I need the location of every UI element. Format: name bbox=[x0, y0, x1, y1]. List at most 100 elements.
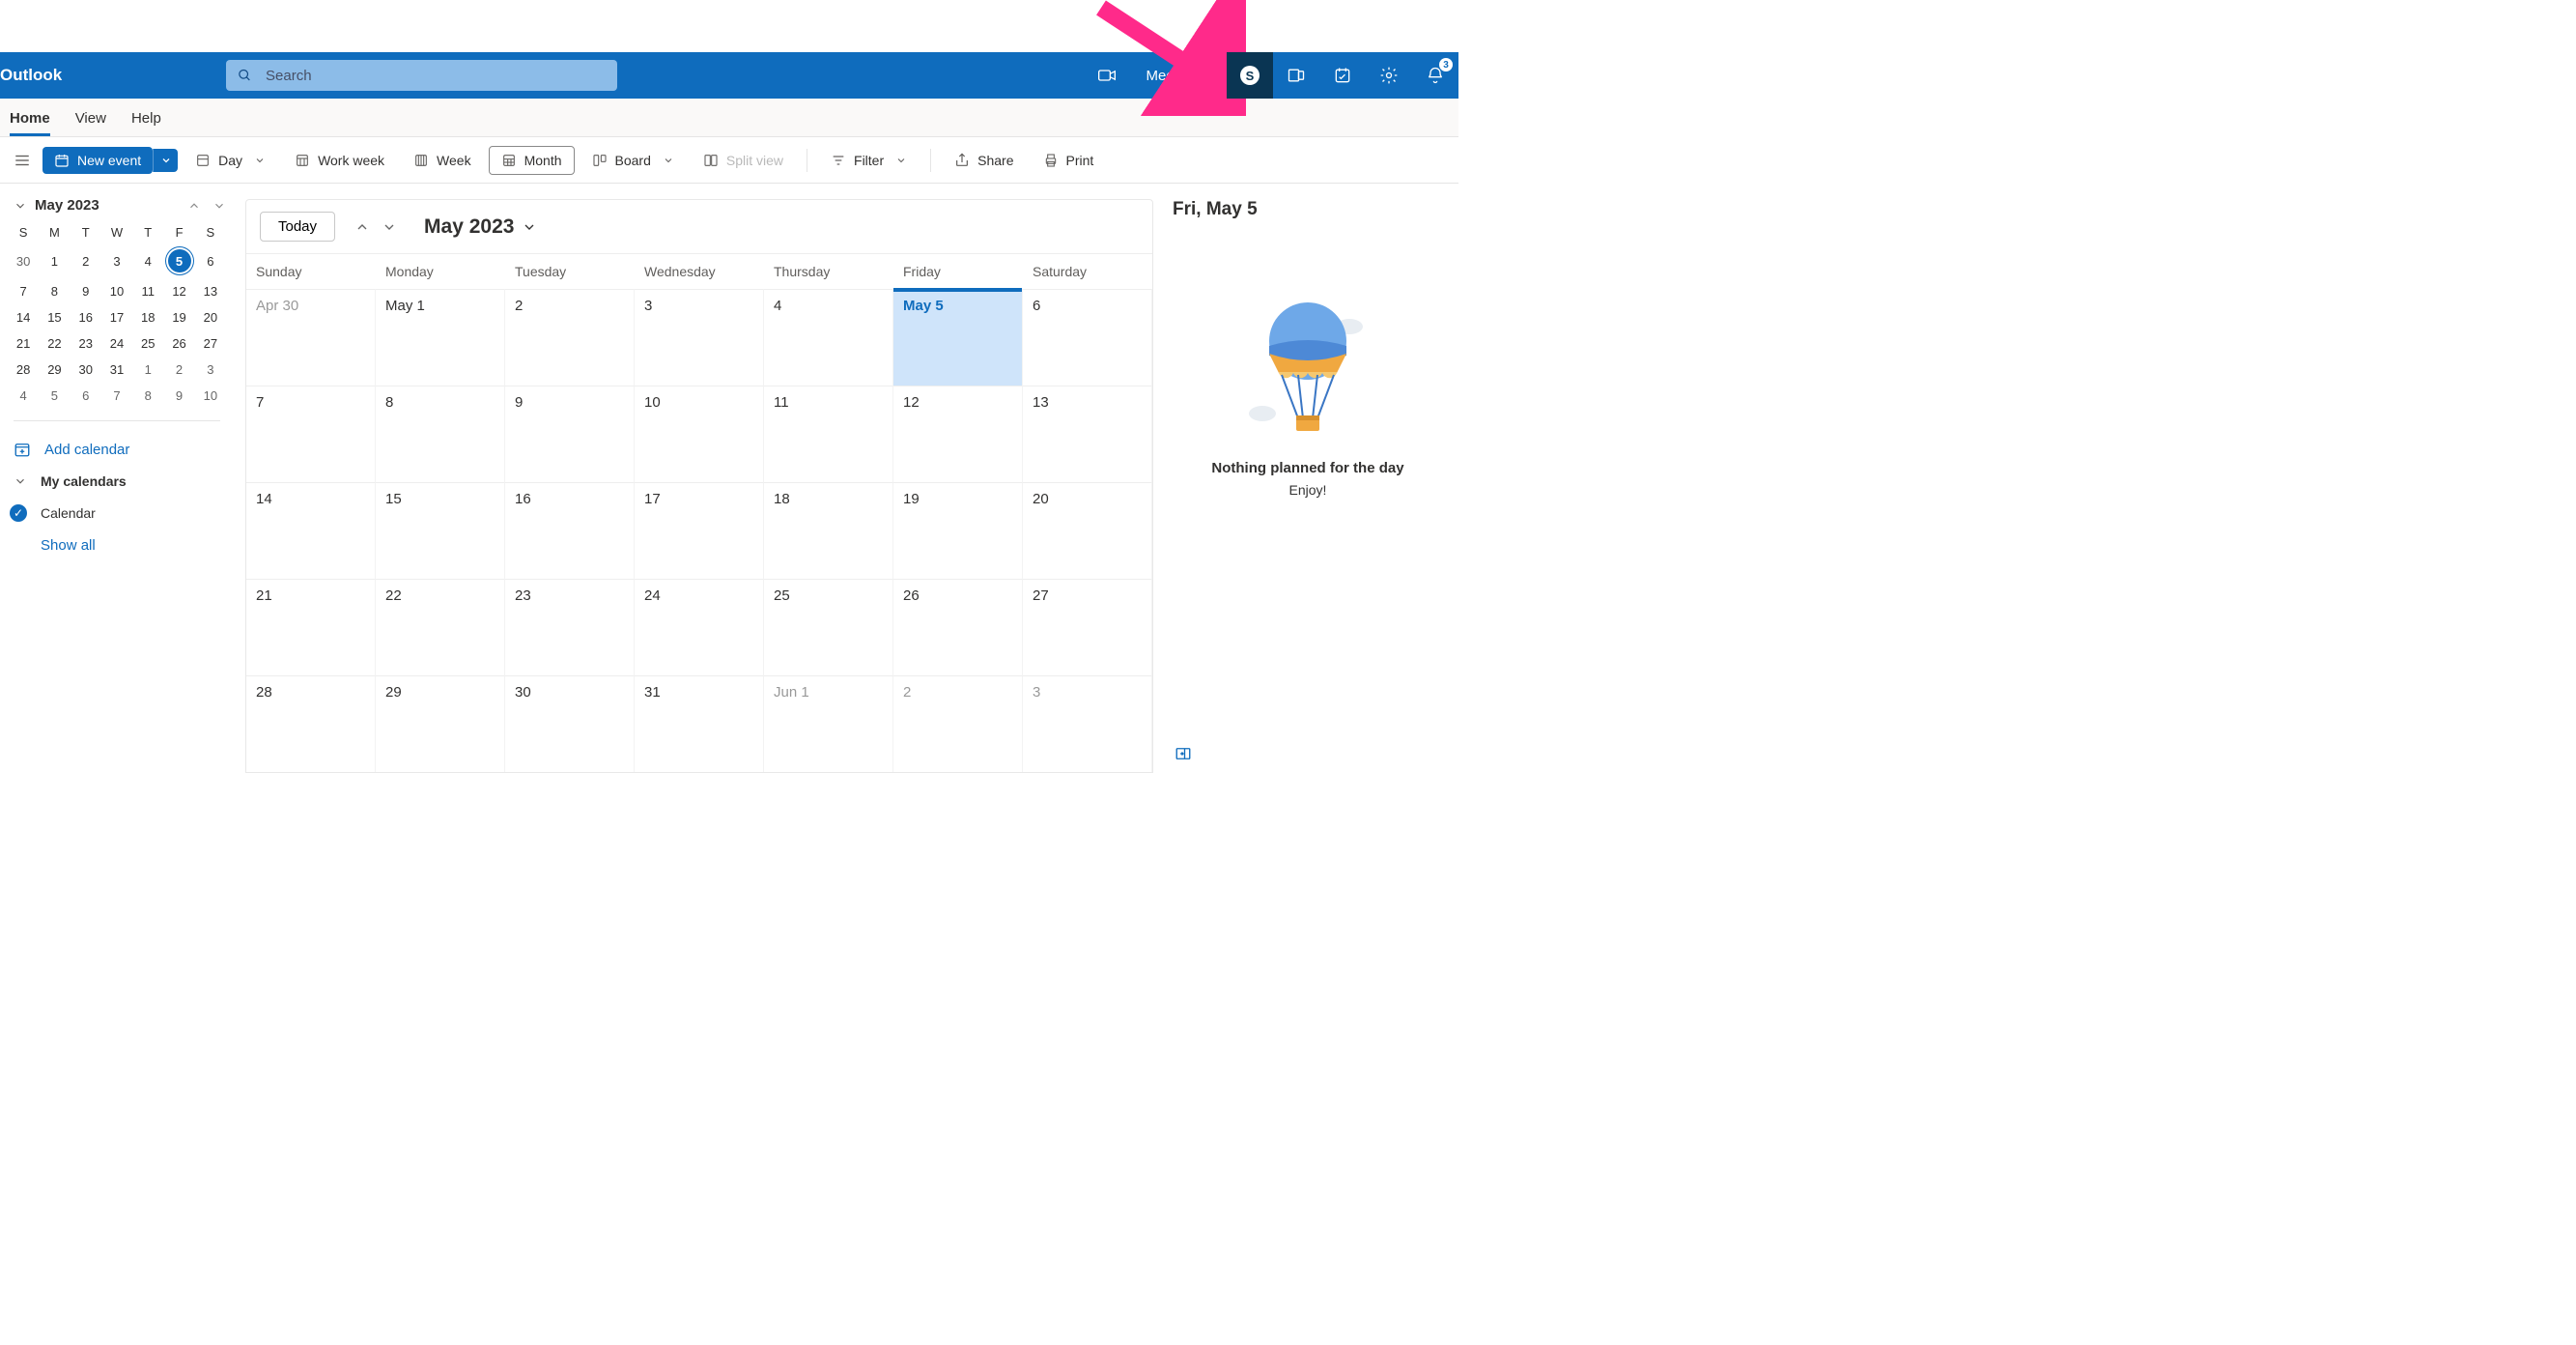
mini-cal-day[interactable]: 6 bbox=[195, 243, 226, 278]
tab-view[interactable]: View bbox=[75, 102, 106, 136]
mini-cal-day[interactable]: 28 bbox=[8, 357, 39, 383]
tab-home[interactable]: Home bbox=[10, 102, 50, 136]
calendar-day-cell[interactable]: 19 bbox=[893, 482, 1023, 579]
todo-icon[interactable] bbox=[1319, 52, 1366, 99]
calendar-day-cell[interactable]: 3 bbox=[635, 289, 764, 386]
mini-cal-day[interactable]: 9 bbox=[71, 278, 101, 304]
calendar-day-cell[interactable]: 17 bbox=[635, 482, 764, 579]
filter-button[interactable]: Filter bbox=[819, 147, 919, 174]
calendar-day-cell[interactable]: 3 bbox=[1023, 675, 1152, 772]
mini-cal-day[interactable]: 29 bbox=[39, 357, 70, 383]
calendar-day-cell[interactable]: 2 bbox=[893, 675, 1023, 772]
mini-cal-day[interactable]: 5 bbox=[163, 243, 194, 278]
calendar-item[interactable]: ✓ Calendar bbox=[8, 497, 226, 529]
mini-cal-day[interactable]: 25 bbox=[132, 330, 163, 357]
calendar-day-cell[interactable]: 27 bbox=[1023, 579, 1152, 675]
calendar-day-cell[interactable]: 4 bbox=[764, 289, 893, 386]
mini-cal-day[interactable]: 30 bbox=[8, 243, 39, 278]
search-input[interactable] bbox=[266, 68, 606, 84]
view-month-button[interactable]: Month bbox=[489, 146, 575, 175]
view-day-button[interactable]: Day bbox=[184, 147, 277, 174]
dock-panel-icon[interactable] bbox=[1175, 745, 1192, 765]
calendar-day-cell[interactable]: 23 bbox=[505, 579, 635, 675]
calendar-day-cell[interactable]: 20 bbox=[1023, 482, 1152, 579]
meet-now-button[interactable]: Meet Now bbox=[1130, 52, 1227, 99]
calendar-day-cell[interactable]: May 1 bbox=[376, 289, 505, 386]
mini-cal-day[interactable]: 14 bbox=[8, 304, 39, 330]
teams-icon[interactable] bbox=[1273, 52, 1319, 99]
show-all-button[interactable]: Show all bbox=[8, 529, 226, 561]
add-calendar-button[interactable]: Add calendar bbox=[8, 433, 226, 466]
calendar-day-cell[interactable]: 25 bbox=[764, 579, 893, 675]
calendar-day-cell[interactable]: 12 bbox=[893, 386, 1023, 482]
whats-new-icon[interactable]: 3 bbox=[1412, 52, 1458, 99]
mini-cal-day[interactable]: 18 bbox=[132, 304, 163, 330]
skype-button[interactable]: S bbox=[1227, 52, 1273, 99]
mini-cal-day[interactable]: 21 bbox=[8, 330, 39, 357]
mini-cal-day[interactable]: 22 bbox=[39, 330, 70, 357]
mini-cal-day[interactable]: 1 bbox=[39, 243, 70, 278]
calendar-day-cell[interactable]: 22 bbox=[376, 579, 505, 675]
calendar-day-cell[interactable]: 31 bbox=[635, 675, 764, 772]
next-month-icon[interactable] bbox=[382, 219, 397, 235]
calendar-day-cell[interactable]: 29 bbox=[376, 675, 505, 772]
mini-cal-day[interactable]: 11 bbox=[132, 278, 163, 304]
mini-cal-day[interactable]: 20 bbox=[195, 304, 226, 330]
mini-cal-day[interactable]: 6 bbox=[71, 383, 101, 409]
new-event-split[interactable] bbox=[153, 149, 178, 172]
meet-video-icon[interactable] bbox=[1084, 52, 1130, 99]
today-button[interactable]: Today bbox=[260, 212, 335, 242]
share-button[interactable]: Share bbox=[943, 147, 1025, 174]
mini-cal-title[interactable]: May 2023 bbox=[35, 197, 180, 214]
calendar-day-cell[interactable]: 6 bbox=[1023, 289, 1152, 386]
mini-cal-day[interactable]: 5 bbox=[39, 383, 70, 409]
mini-cal-day[interactable]: 10 bbox=[195, 383, 226, 409]
mini-cal-day[interactable]: 7 bbox=[8, 278, 39, 304]
mini-cal-day[interactable]: 9 bbox=[163, 383, 194, 409]
calendar-day-cell[interactable]: 24 bbox=[635, 579, 764, 675]
mini-cal-day[interactable]: 15 bbox=[39, 304, 70, 330]
mini-cal-day[interactable]: 12 bbox=[163, 278, 194, 304]
arrow-down-icon[interactable] bbox=[212, 199, 226, 213]
calendar-day-cell[interactable]: 28 bbox=[246, 675, 376, 772]
calendar-day-cell[interactable]: 26 bbox=[893, 579, 1023, 675]
mini-cal-day[interactable]: 1 bbox=[132, 357, 163, 383]
calendar-day-cell[interactable]: 9 bbox=[505, 386, 635, 482]
calendar-day-cell[interactable]: 16 bbox=[505, 482, 635, 579]
calendar-day-cell[interactable]: 14 bbox=[246, 482, 376, 579]
calendar-day-cell[interactable]: Jun 1 bbox=[764, 675, 893, 772]
calendar-title[interactable]: May 2023 bbox=[424, 215, 537, 239]
calendar-day-cell[interactable]: 30 bbox=[505, 675, 635, 772]
mini-cal-day[interactable]: 3 bbox=[195, 357, 226, 383]
calendar-day-cell[interactable]: 18 bbox=[764, 482, 893, 579]
my-calendars-header[interactable]: My calendars bbox=[8, 466, 226, 497]
calendar-day-cell[interactable]: 8 bbox=[376, 386, 505, 482]
view-workweek-button[interactable]: Work week bbox=[283, 147, 396, 174]
mini-cal-day[interactable]: 8 bbox=[39, 278, 70, 304]
calendar-day-cell[interactable]: 15 bbox=[376, 482, 505, 579]
view-week-button[interactable]: Week bbox=[402, 147, 483, 174]
calendar-day-cell[interactable]: 7 bbox=[246, 386, 376, 482]
mini-cal-day[interactable]: 19 bbox=[163, 304, 194, 330]
calendar-day-cell[interactable]: 21 bbox=[246, 579, 376, 675]
mini-cal-day[interactable]: 2 bbox=[163, 357, 194, 383]
mini-cal-day[interactable]: 24 bbox=[101, 330, 132, 357]
settings-icon[interactable] bbox=[1366, 52, 1412, 99]
mini-cal-day[interactable]: 13 bbox=[195, 278, 226, 304]
mini-cal-day[interactable]: 23 bbox=[71, 330, 101, 357]
calendar-day-cell[interactable]: Apr 30 bbox=[246, 289, 376, 386]
mini-cal-day[interactable]: 3 bbox=[101, 243, 132, 278]
mini-cal-day[interactable]: 10 bbox=[101, 278, 132, 304]
mini-cal-day[interactable]: 4 bbox=[132, 243, 163, 278]
calendar-day-cell[interactable]: May 5 bbox=[893, 289, 1023, 386]
new-event-button[interactable]: New event bbox=[42, 147, 153, 174]
hamburger-button[interactable] bbox=[8, 146, 37, 175]
mini-cal-day[interactable]: 4 bbox=[8, 383, 39, 409]
mini-cal-day[interactable]: 2 bbox=[71, 243, 101, 278]
chevron-down-icon[interactable] bbox=[14, 199, 27, 213]
prev-month-icon[interactable] bbox=[354, 219, 370, 235]
mini-cal-day[interactable]: 27 bbox=[195, 330, 226, 357]
calendar-day-cell[interactable]: 10 bbox=[635, 386, 764, 482]
arrow-up-icon[interactable] bbox=[187, 199, 201, 213]
tab-help[interactable]: Help bbox=[131, 102, 161, 136]
